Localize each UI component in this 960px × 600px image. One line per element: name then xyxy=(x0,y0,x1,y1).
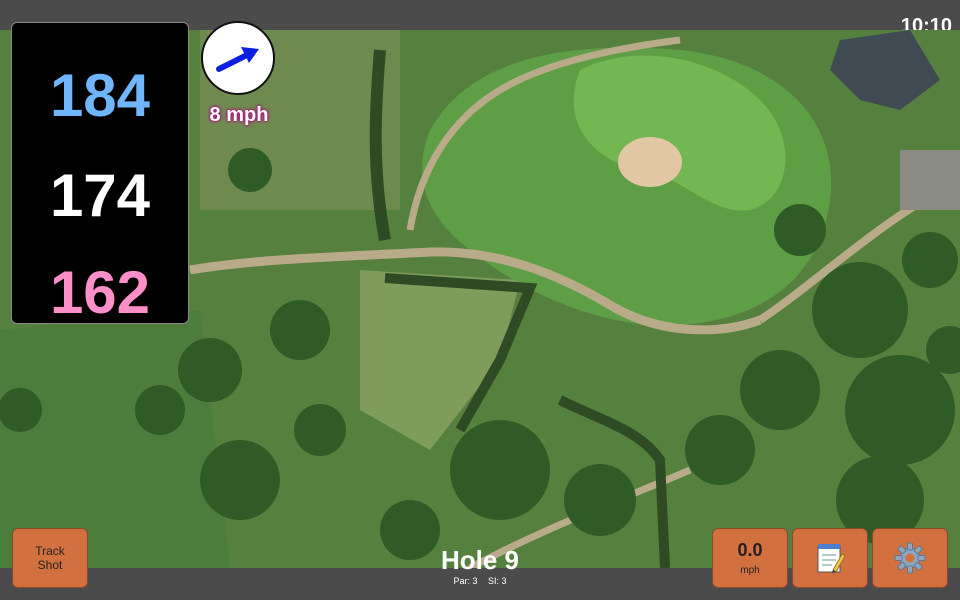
settings-button[interactable] xyxy=(872,528,948,588)
center-distance: 174 xyxy=(49,162,151,229)
track-shot-label-2: Shot xyxy=(37,558,63,572)
track-shot-button[interactable]: Track Shot xyxy=(12,528,88,588)
hole-meta: Par: 3 SI: 3 xyxy=(380,576,580,586)
wind-speed-label: 8 mph xyxy=(209,104,269,126)
distance-panel: 184 174 162 xyxy=(11,22,189,326)
front-distance: 162 xyxy=(49,259,151,326)
hole-title: Hole 9 xyxy=(440,545,520,575)
wind-speed-button[interactable]: 0.0 mph xyxy=(712,528,788,588)
wind-speed-value: 0.0 xyxy=(737,540,763,560)
wind-indicator xyxy=(201,21,275,95)
back-distance: 184 xyxy=(49,62,151,129)
notepad-icon xyxy=(817,544,845,573)
wind-direction-arrow-icon xyxy=(216,47,259,72)
track-shot-label-1: Track xyxy=(35,544,65,558)
par-label: Par: 3 xyxy=(453,576,478,586)
gear-icon xyxy=(894,542,926,574)
notes-button[interactable] xyxy=(792,528,868,588)
wind-speed-unit: mph xyxy=(740,565,760,576)
stroke-index-label: SI: 3 xyxy=(488,576,507,586)
